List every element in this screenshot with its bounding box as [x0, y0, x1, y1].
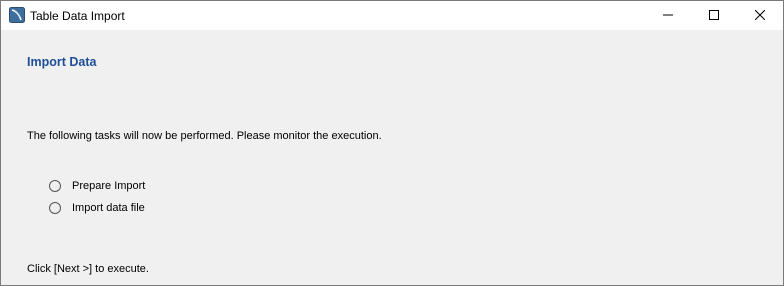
maximize-icon: [709, 9, 719, 23]
minimize-button[interactable]: [645, 1, 691, 30]
task-status-radio: [49, 180, 61, 192]
close-button[interactable]: [737, 1, 783, 30]
close-icon: [754, 9, 766, 23]
title-bar[interactable]: Table Data Import: [1, 1, 783, 30]
import-window: Table Data Import Import Data The follow…: [0, 0, 784, 286]
wizard-content: Import Data The following tasks will now…: [1, 30, 783, 285]
maximize-button[interactable]: [691, 1, 737, 30]
mysql-workbench-icon: [9, 7, 25, 23]
intro-text: The following tasks will now be performe…: [27, 130, 382, 142]
minimize-icon: [663, 9, 673, 23]
task-label: Prepare Import: [72, 180, 146, 192]
window-title: Table Data Import: [30, 9, 125, 23]
task-item-import-data-file: Import data file: [49, 201, 145, 215]
task-status-radio: [49, 202, 61, 214]
page-title: Import Data: [27, 55, 97, 69]
task-item-prepare-import: Prepare Import: [49, 179, 145, 193]
footer-hint: Click [Next >] to execute.: [27, 263, 149, 275]
task-label: Import data file: [72, 202, 145, 214]
